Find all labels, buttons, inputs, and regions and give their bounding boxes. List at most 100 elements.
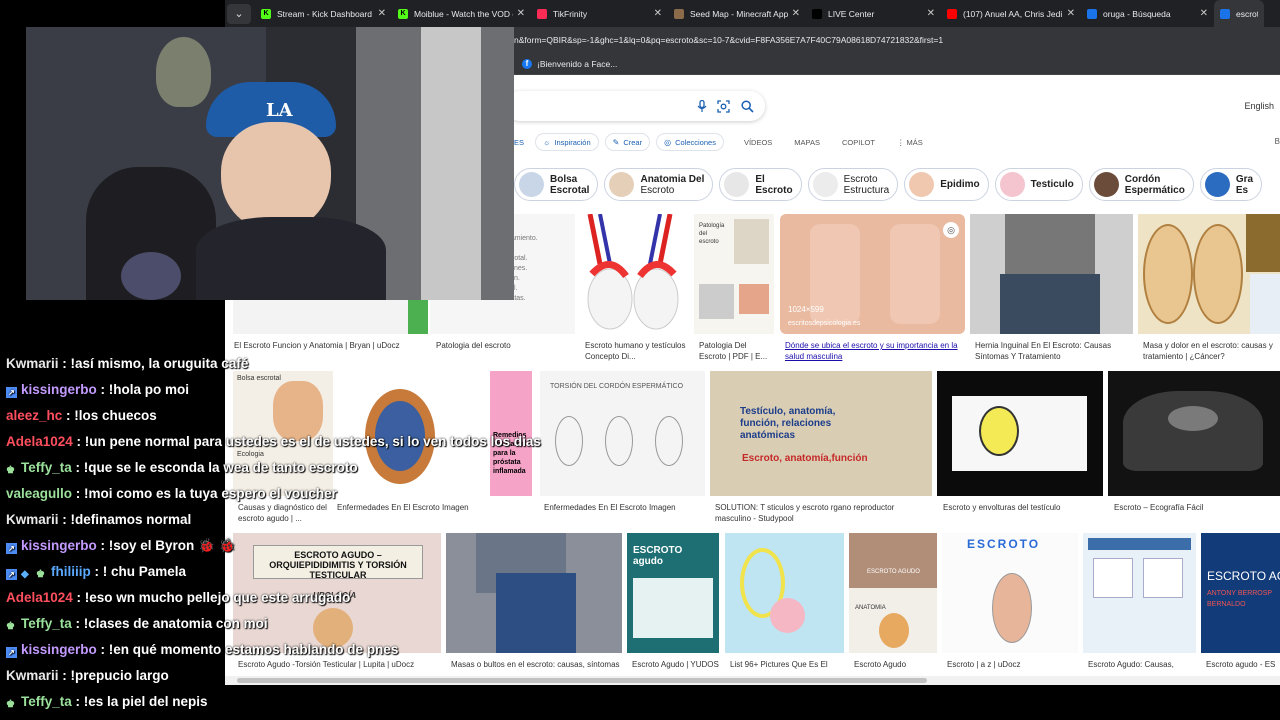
browser-tab[interactable]: Seed Map - Minecraft App ✕: [668, 0, 806, 27]
close-tab-icon[interactable]: ✕: [517, 8, 525, 19]
result-image[interactable]: ESCROTO: [942, 533, 1078, 653]
result-image[interactable]: TORSIÓN DEL CORDÓN ESPERMÁTICO: [540, 371, 705, 496]
chat-username[interactable]: kissingerbo: [21, 382, 97, 397]
browser-tab[interactable]: LIVE Center ✕: [806, 0, 941, 27]
browser-tab[interactable]: K Stream - Kick Dashboard ✕: [255, 0, 392, 27]
chat-username[interactable]: Adela1024: [6, 434, 73, 449]
chat-username[interactable]: kissingerbo: [21, 642, 97, 657]
visual-search-icon[interactable]: ◎: [943, 222, 959, 238]
chat-username[interactable]: aleez_hc: [6, 408, 62, 423]
related-search-pill[interactable]: Anatomia Del Escroto: [604, 168, 714, 201]
related-search-pill[interactable]: Testiculo: [994, 168, 1083, 201]
tab-images[interactable]: ES: [514, 138, 524, 147]
related-search-pill[interactable]: Escroto Estructura: [807, 168, 899, 201]
result-caption[interactable]: Patologia Del Escroto | PDF | E...: [699, 340, 774, 362]
chat-username[interactable]: Kwmarii: [6, 668, 59, 683]
gem-badge-icon: ◆: [21, 569, 29, 580]
chat-username[interactable]: Teffy_ta: [21, 460, 72, 475]
result-caption[interactable]: Escroto humano y testículos Concepto Di.…: [585, 340, 690, 362]
result-caption[interactable]: Escroto Agudo | YUDOS ORG | uDocz: [632, 659, 720, 670]
result-image[interactable]: [1138, 214, 1280, 334]
related-search-pill[interactable]: Bolsa Escrotal: [514, 168, 599, 201]
related-search-pill[interactable]: Epidimo: [904, 168, 989, 201]
close-tab-icon[interactable]: ✕: [1200, 8, 1208, 19]
result-caption[interactable]: Hernia Inguinal En El Escroto: Causas Sí…: [975, 340, 1135, 362]
language-link[interactable]: English: [1244, 101, 1274, 111]
result-image[interactable]: [580, 214, 688, 334]
chat-username[interactable]: Adela1024: [6, 590, 73, 605]
result-image[interactable]: [1108, 371, 1280, 496]
browser-tab[interactable]: oruga - Búsqueda ✕: [1081, 0, 1214, 27]
result-caption[interactable]: Escroto Agudo -Torsión Testicular | Lupi…: [238, 659, 443, 670]
close-tab-icon[interactable]: ✕: [378, 8, 386, 19]
result-image[interactable]: [1083, 533, 1196, 653]
microphone-icon[interactable]: [695, 99, 708, 113]
result-image-hovered[interactable]: ◎ 1024×599 escritosdepsicologia.es: [780, 214, 965, 334]
result-caption[interactable]: Masa y dolor en el escroto: causas y tra…: [1143, 340, 1280, 362]
visual-search-icon[interactable]: [717, 100, 730, 113]
result-caption[interactable]: SOLUTION: T sticulos y escroto rgano rep…: [715, 502, 930, 524]
result-caption[interactable]: Escroto – Ecografía Fácil: [1114, 502, 1279, 513]
result-caption[interactable]: Escroto Agudo: Causas, Síntomas Y Tratam…: [1088, 659, 1198, 670]
tab-copilot[interactable]: COPILOT: [842, 138, 875, 147]
browser-tab[interactable]: escroto -: [1214, 0, 1264, 27]
close-tab-icon[interactable]: ✕: [927, 8, 935, 19]
tab-search-button[interactable]: ⌄: [227, 3, 251, 24]
result-caption[interactable]: List 96+ Pictures Que Es El Escroto Imág…: [730, 659, 845, 670]
crown-badge-icon: ♚: [36, 569, 45, 580]
result-caption[interactable]: Escroto Agudo: [854, 659, 939, 670]
result-caption-hovered[interactable]: Dónde se ubica el escroto y su importanc…: [785, 340, 965, 362]
result-caption[interactable]: Patologia del escroto: [436, 340, 576, 351]
tab-mas[interactable]: ⋮ MÁS: [897, 138, 923, 147]
bookmark-facebook[interactable]: ¡Bienvenido a Face...: [537, 59, 617, 69]
horizontal-scrollbar[interactable]: [225, 676, 1280, 685]
chat-message: ♚ Teffy_ta : !es la piel del nepis: [6, 694, 208, 710]
result-image[interactable]: [446, 533, 622, 653]
address-bar[interactable]: n&form=QBIR&sp=-1&ghc=1&lq=0&pq=escroto&…: [514, 27, 1280, 53]
scrollbar-thumb[interactable]: [237, 678, 927, 683]
result-image[interactable]: Patología del escroto: [694, 214, 774, 334]
browser-tab[interactable]: K Moiblue - Watch the VOD o ✕: [392, 0, 531, 27]
browser-tab[interactable]: TikFrinity ✕: [531, 0, 668, 27]
chat-username[interactable]: Teffy_ta: [21, 616, 72, 631]
result-image[interactable]: ESCROTO AGUDO ANATOMIA: [849, 533, 937, 653]
search-icon[interactable]: [741, 100, 754, 113]
close-tab-icon[interactable]: ✕: [1067, 8, 1075, 19]
chat-message: ↗ kissingerbo : !hola po moi: [6, 382, 189, 398]
search-input[interactable]: [505, 91, 765, 121]
result-caption[interactable]: Escroto | a z | uDocz: [947, 659, 1077, 670]
image-source-label[interactable]: escritosdepsicologia.es: [788, 320, 860, 327]
result-caption[interactable]: Enfermedades En El Escroto Imagen: [337, 502, 527, 513]
result-image[interactable]: ESCROTO AG ANTONY BERROSP BERNALDO: [1201, 533, 1280, 653]
chat-username[interactable]: valeagullo: [6, 486, 72, 501]
related-search-pill[interactable]: Cordón Espermático: [1088, 168, 1194, 201]
chat-username[interactable]: fhiliiip: [51, 564, 91, 579]
related-search-pill[interactable]: Gra Es: [1199, 168, 1263, 201]
result-image[interactable]: ESCROTO agudo: [627, 533, 719, 653]
result-image[interactable]: [970, 214, 1133, 334]
result-caption[interactable]: Escroto y envolturas del testículo: [943, 502, 1103, 513]
result-image[interactable]: [725, 533, 844, 653]
result-image[interactable]: [937, 371, 1103, 496]
close-tab-icon[interactable]: ✕: [654, 8, 662, 19]
result-caption[interactable]: Escroto agudo - ES BERROSPI BERNAL...: [1206, 659, 1280, 670]
browser-tab[interactable]: (107) Anuel AA, Chris Jedi, R ✕: [941, 0, 1081, 27]
result-caption[interactable]: El Escroto Funcion y Anatomia | Bryan | …: [234, 340, 424, 351]
chip-inspiracion[interactable]: ☼ Inspiración: [535, 133, 599, 151]
result-image[interactable]: Testículo, anatomía, función, relaciones…: [710, 371, 932, 496]
tab-videos[interactable]: VÍDEOS: [744, 138, 772, 147]
chat-username[interactable]: Kwmarii: [6, 512, 59, 527]
result-caption[interactable]: Enfermedades En El Escroto Imagen: [544, 502, 709, 513]
tab-mapas[interactable]: MAPAS: [794, 138, 820, 147]
result-caption[interactable]: Causas y diagnóstico del escroto agudo |…: [238, 502, 333, 524]
chat-username[interactable]: kissingerbo: [21, 538, 97, 553]
chip-crear[interactable]: ✎ Crear: [604, 133, 651, 151]
chat-text: : !clases de anatomia con moi: [71, 616, 268, 631]
chip-colecciones[interactable]: ◎ Colecciones: [656, 133, 724, 151]
related-search-pill[interactable]: El Escroto: [719, 168, 802, 201]
chat-username[interactable]: Teffy_ta: [21, 694, 72, 709]
seed-map-icon: [674, 8, 684, 19]
chat-username[interactable]: Kwmarii: [6, 356, 59, 371]
result-caption[interactable]: Masas o bultos en el escroto: causas, sí…: [451, 659, 623, 670]
close-tab-icon[interactable]: ✕: [792, 8, 800, 19]
